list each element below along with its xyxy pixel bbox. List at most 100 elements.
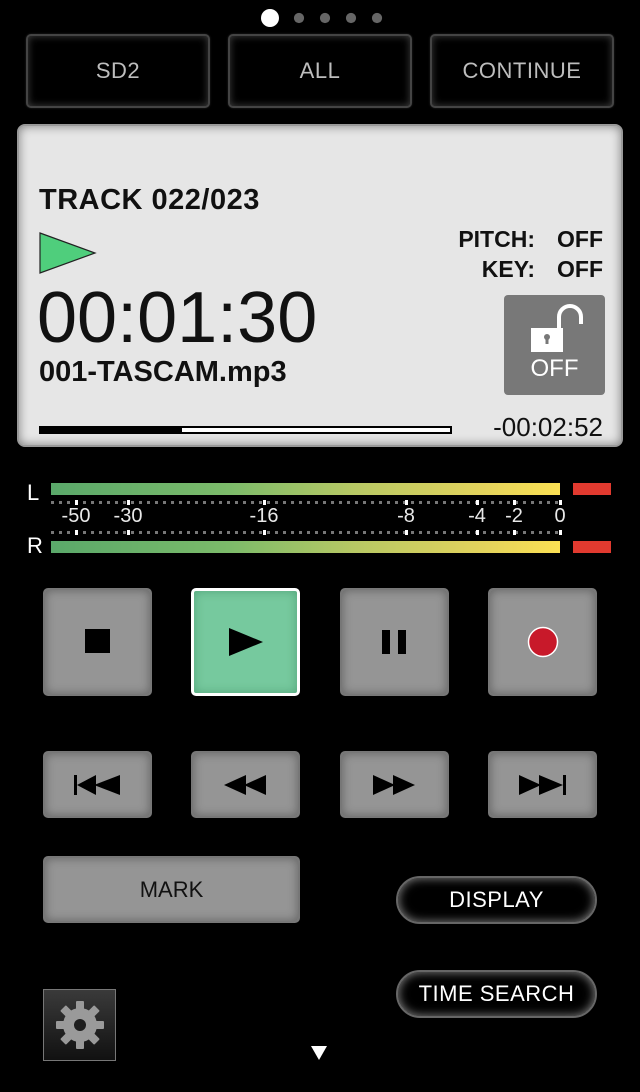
meter-tick — [395, 501, 398, 504]
meter-tick — [251, 531, 254, 534]
meter-tick — [211, 531, 214, 534]
meter-tick — [195, 501, 198, 504]
fast-forward-icon — [372, 774, 415, 795]
meter-tick — [483, 531, 486, 534]
meter-tick — [115, 531, 118, 534]
meter-tick — [427, 501, 430, 504]
meter-tick — [243, 531, 246, 534]
display-button[interactable]: DISPLAY — [396, 876, 597, 924]
meter-tick — [243, 501, 246, 504]
meter-tick-major — [476, 530, 479, 535]
meter-tick — [91, 501, 94, 504]
meter-tick — [187, 501, 190, 504]
meter-tick — [291, 531, 294, 534]
meter-tick — [299, 501, 302, 504]
meter-tick — [531, 501, 534, 504]
page-dot-5[interactable] — [371, 12, 383, 24]
meter-tick — [163, 501, 166, 504]
meter-tick — [275, 531, 278, 534]
scale-label: -50 — [61, 505, 91, 527]
repeat-mode-button[interactable]: CONTINUE — [430, 34, 614, 108]
pause-icon — [381, 629, 406, 654]
meter-tick — [59, 501, 62, 504]
page-dot-4[interactable] — [345, 12, 357, 24]
key-status: KEY: OFF — [482, 256, 603, 283]
meter-tick — [387, 501, 390, 504]
play-area-button[interactable]: ALL — [228, 34, 412, 108]
skip-back-button[interactable] — [43, 751, 152, 818]
key-value: OFF — [557, 256, 603, 282]
settings-button[interactable] — [43, 989, 116, 1061]
stop-button[interactable] — [43, 588, 152, 696]
meter-tick — [235, 501, 238, 504]
remaining-time: -00:02:52 — [493, 412, 603, 442]
meter-tick — [459, 501, 462, 504]
meter-tick — [347, 531, 350, 534]
fast-forward-button[interactable] — [340, 751, 449, 818]
meter-tick — [411, 531, 414, 534]
meter-ticks-bottom — [51, 530, 564, 535]
meter-tick — [267, 501, 270, 504]
skip-forward-button[interactable] — [488, 751, 597, 818]
meter-tick-major — [513, 530, 516, 535]
play-button[interactable] — [191, 588, 300, 696]
meter-tick — [331, 531, 334, 534]
page-indicator[interactable] — [0, 9, 640, 27]
meter-tick — [219, 531, 222, 534]
scale-label: -8 — [397, 505, 415, 527]
meter-tick — [203, 531, 206, 534]
meter-tick — [275, 501, 278, 504]
meter-tick — [123, 501, 126, 504]
pitch-value: OFF — [557, 226, 603, 252]
lcd-display: TRACK 022/023 00:01:30 001-TASCAM.mp3 PI… — [17, 124, 623, 447]
meter-tick — [443, 501, 446, 504]
meter-tick — [547, 501, 550, 504]
meter-tick — [299, 531, 302, 534]
peak-indicator-right — [573, 541, 611, 553]
page-dot-2[interactable] — [293, 12, 305, 24]
meter-tick — [99, 501, 102, 504]
lock-toggle-button[interactable]: OFF — [504, 295, 605, 395]
page-dot-3[interactable] — [319, 12, 331, 24]
meter-tick — [203, 501, 206, 504]
meter-tick — [147, 501, 150, 504]
meter-tick — [379, 501, 382, 504]
meter-tick — [51, 501, 54, 504]
meter-tick — [171, 501, 174, 504]
meter-tick — [211, 501, 214, 504]
meter-tick — [523, 501, 526, 504]
meter-tick — [307, 501, 310, 504]
channel-label-right: R — [27, 533, 43, 558]
playback-progress-bar[interactable] — [39, 426, 452, 434]
page-dot-1[interactable] — [261, 9, 279, 27]
meter-tick — [179, 501, 182, 504]
skip-forward-icon — [518, 774, 566, 795]
pitch-label: PITCH: — [458, 226, 535, 252]
meter-tick — [99, 531, 102, 534]
mark-button[interactable]: MARK — [43, 856, 300, 923]
meter-tick — [107, 501, 110, 504]
record-button[interactable] — [488, 588, 597, 696]
pause-button[interactable] — [340, 588, 449, 696]
rewind-button[interactable] — [191, 751, 300, 818]
meter-tick — [539, 501, 542, 504]
meter-tick — [259, 501, 262, 504]
record-icon — [527, 626, 558, 658]
peak-indicator-left — [573, 483, 611, 495]
media-select-button[interactable]: SD2 — [26, 34, 210, 108]
meter-tick — [331, 501, 334, 504]
meter-tick — [411, 501, 414, 504]
meter-tick — [227, 501, 230, 504]
meter-tick — [467, 501, 470, 504]
meter-tick — [459, 531, 462, 534]
meter-tick — [259, 531, 262, 534]
meter-tick — [323, 501, 326, 504]
meter-tick — [499, 531, 502, 534]
meter-tick — [131, 531, 134, 534]
meter-bar-left — [51, 483, 560, 495]
meter-tick — [187, 531, 190, 534]
track-number: TRACK 022/023 — [39, 184, 260, 216]
time-search-button[interactable]: TIME SEARCH — [396, 970, 597, 1018]
down-arrow-icon[interactable] — [310, 1045, 328, 1061]
meter-tick — [235, 531, 238, 534]
